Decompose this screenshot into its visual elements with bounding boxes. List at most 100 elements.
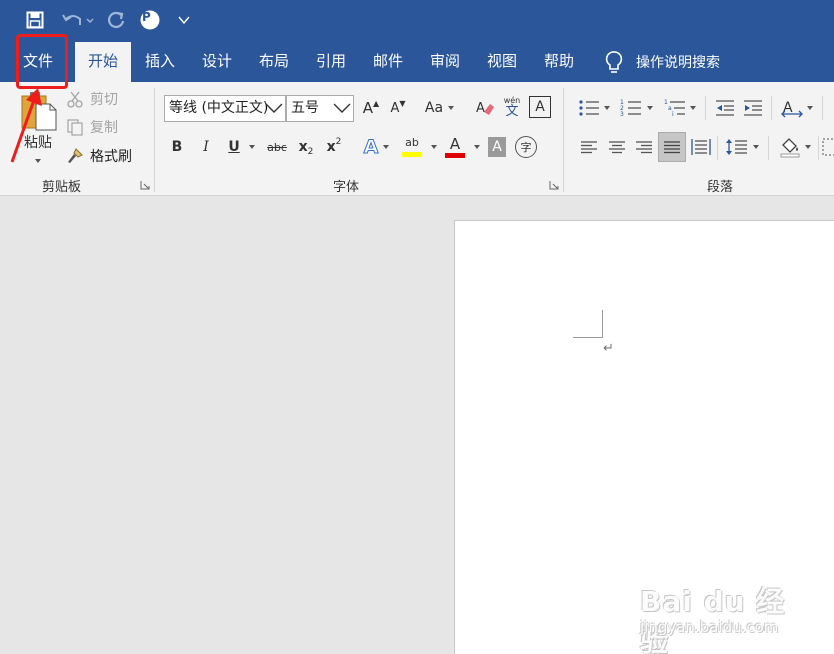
redo-button[interactable] bbox=[104, 8, 128, 32]
superscript-button[interactable]: x2 bbox=[324, 135, 344, 159]
chevron-down-icon bbox=[753, 145, 759, 149]
align-left-icon bbox=[581, 141, 597, 154]
format-painter-button[interactable]: 格式刷 bbox=[66, 145, 132, 167]
dialog-launcher-icon[interactable] bbox=[140, 180, 150, 190]
paragraph-shading-button[interactable] bbox=[776, 133, 814, 161]
grow-font-label: A bbox=[362, 99, 374, 117]
phonetic-bottom: 文 bbox=[505, 103, 519, 119]
bullet-list-icon bbox=[578, 100, 599, 116]
shrink-font-button[interactable]: A ▼ bbox=[387, 95, 409, 121]
asian-layout-button[interactable]: A bbox=[778, 95, 816, 121]
svg-text:A: A bbox=[476, 101, 485, 116]
chevron-down-icon bbox=[431, 145, 437, 149]
tell-me-search[interactable]: 操作说明搜索 bbox=[604, 48, 720, 76]
phonetic-guide-button[interactable]: wén 文 bbox=[501, 92, 523, 122]
tab-layout[interactable]: 布局 bbox=[252, 42, 296, 82]
copy-label: 复制 bbox=[90, 120, 118, 136]
character-shading-button[interactable]: A bbox=[488, 137, 506, 157]
clear-formatting-button[interactable]: A bbox=[474, 95, 496, 121]
increase-indent-button[interactable] bbox=[740, 95, 766, 121]
highlight-button[interactable]: ab bbox=[400, 133, 440, 161]
strikethrough-button[interactable]: abc bbox=[265, 135, 289, 159]
paintbrush-icon bbox=[68, 148, 83, 163]
save-button[interactable] bbox=[25, 8, 45, 32]
tell-me-label: 操作说明搜索 bbox=[636, 55, 720, 71]
strikethrough-label: abc bbox=[267, 140, 287, 154]
customize-qat-button[interactable] bbox=[176, 8, 192, 32]
chevron-down-icon bbox=[383, 145, 390, 149]
svg-text:i: i bbox=[672, 111, 674, 117]
align-right-button[interactable] bbox=[632, 135, 656, 159]
copy-button[interactable]: 复制 bbox=[66, 116, 118, 138]
distributed-icon bbox=[691, 139, 711, 155]
tab-view[interactable]: 视图 bbox=[480, 42, 524, 82]
group-divider bbox=[154, 88, 155, 192]
borders-button[interactable] bbox=[822, 136, 834, 158]
tab-help[interactable]: 帮助 bbox=[537, 42, 581, 82]
subscript-button[interactable]: x2 bbox=[296, 135, 316, 159]
chevron-down-icon bbox=[647, 106, 653, 110]
enclose-characters-button[interactable]: 字 bbox=[515, 136, 537, 158]
grow-font-button[interactable]: A ▲ bbox=[360, 95, 382, 121]
align-center-button[interactable] bbox=[605, 135, 629, 159]
text-effects-button[interactable]: A bbox=[360, 135, 394, 159]
shrink-font-label: A bbox=[390, 100, 400, 116]
svg-text:3: 3 bbox=[620, 111, 624, 117]
character-shading-label: A bbox=[492, 139, 502, 155]
tab-references[interactable]: 引用 bbox=[309, 42, 353, 82]
bold-button[interactable]: B bbox=[168, 135, 186, 159]
chevron-down-icon bbox=[248, 145, 255, 149]
decrease-indent-button[interactable] bbox=[712, 95, 738, 121]
highlight-label: ab bbox=[405, 136, 419, 149]
bullets-button[interactable] bbox=[576, 95, 612, 121]
superscript-label: x bbox=[326, 139, 336, 155]
eraser-icon: A bbox=[476, 101, 494, 116]
italic-button[interactable]: I bbox=[197, 135, 215, 159]
asian-layout-icon: A bbox=[780, 100, 803, 118]
button-divider bbox=[768, 136, 769, 160]
chevron-down-icon bbox=[178, 16, 190, 25]
tab-review[interactable]: 审阅 bbox=[423, 42, 467, 82]
line-spacing-button[interactable] bbox=[724, 135, 762, 159]
numbering-button[interactable]: 123 bbox=[618, 95, 656, 121]
dialog-launcher-icon[interactable] bbox=[549, 180, 559, 190]
chevron-down-icon bbox=[265, 103, 283, 113]
account-avatar[interactable]: P bbox=[139, 8, 161, 32]
bold-label: B bbox=[171, 139, 183, 155]
watermark-url: jingyan.baidu.com bbox=[640, 618, 779, 636]
justify-button[interactable] bbox=[658, 132, 686, 162]
character-border-button[interactable]: A bbox=[529, 96, 551, 118]
distributed-button[interactable] bbox=[689, 135, 713, 159]
font-size-combo[interactable]: 五号 bbox=[286, 95, 354, 122]
redo-icon bbox=[108, 11, 125, 28]
font-color-button[interactable]: A bbox=[444, 133, 482, 161]
text-effects-label: A bbox=[363, 136, 379, 159]
cut-button[interactable]: 剪切 bbox=[66, 88, 118, 110]
tab-home[interactable]: 开始 bbox=[75, 42, 131, 82]
highlighter-icon: ab bbox=[402, 137, 422, 157]
caret-up-icon: ▲ bbox=[373, 98, 380, 108]
align-center-icon bbox=[609, 141, 625, 154]
undo-button[interactable] bbox=[60, 8, 96, 32]
font-name-combo[interactable]: 等线 (中文正文) bbox=[164, 95, 286, 122]
margin-crop-mark bbox=[573, 337, 603, 338]
align-left-button[interactable] bbox=[577, 135, 601, 159]
tab-mailings[interactable]: 邮件 bbox=[366, 42, 410, 82]
enclose-characters-label: 字 bbox=[520, 141, 532, 154]
font-name-value: 等线 (中文正文) bbox=[169, 100, 269, 116]
button-divider bbox=[818, 136, 819, 160]
tab-insert[interactable]: 插入 bbox=[138, 42, 182, 82]
chevron-down-icon bbox=[806, 106, 813, 110]
decrease-indent-icon bbox=[716, 100, 734, 116]
multilevel-list-button[interactable]: 1ai bbox=[662, 95, 698, 121]
font-size-value: 五号 bbox=[291, 100, 319, 116]
caret-down-icon: ▼ bbox=[399, 98, 406, 108]
borders-icon bbox=[822, 138, 834, 156]
avatar-letter: P bbox=[142, 10, 151, 24]
watermark-logo: Bai du 经验 bbox=[640, 585, 786, 654]
button-divider bbox=[771, 96, 772, 120]
change-case-button[interactable]: Aa bbox=[422, 95, 458, 121]
tab-design[interactable]: 设计 bbox=[195, 42, 239, 82]
underline-button[interactable]: U bbox=[224, 135, 260, 159]
clipboard-group-label: 剪贴板 bbox=[42, 180, 82, 195]
